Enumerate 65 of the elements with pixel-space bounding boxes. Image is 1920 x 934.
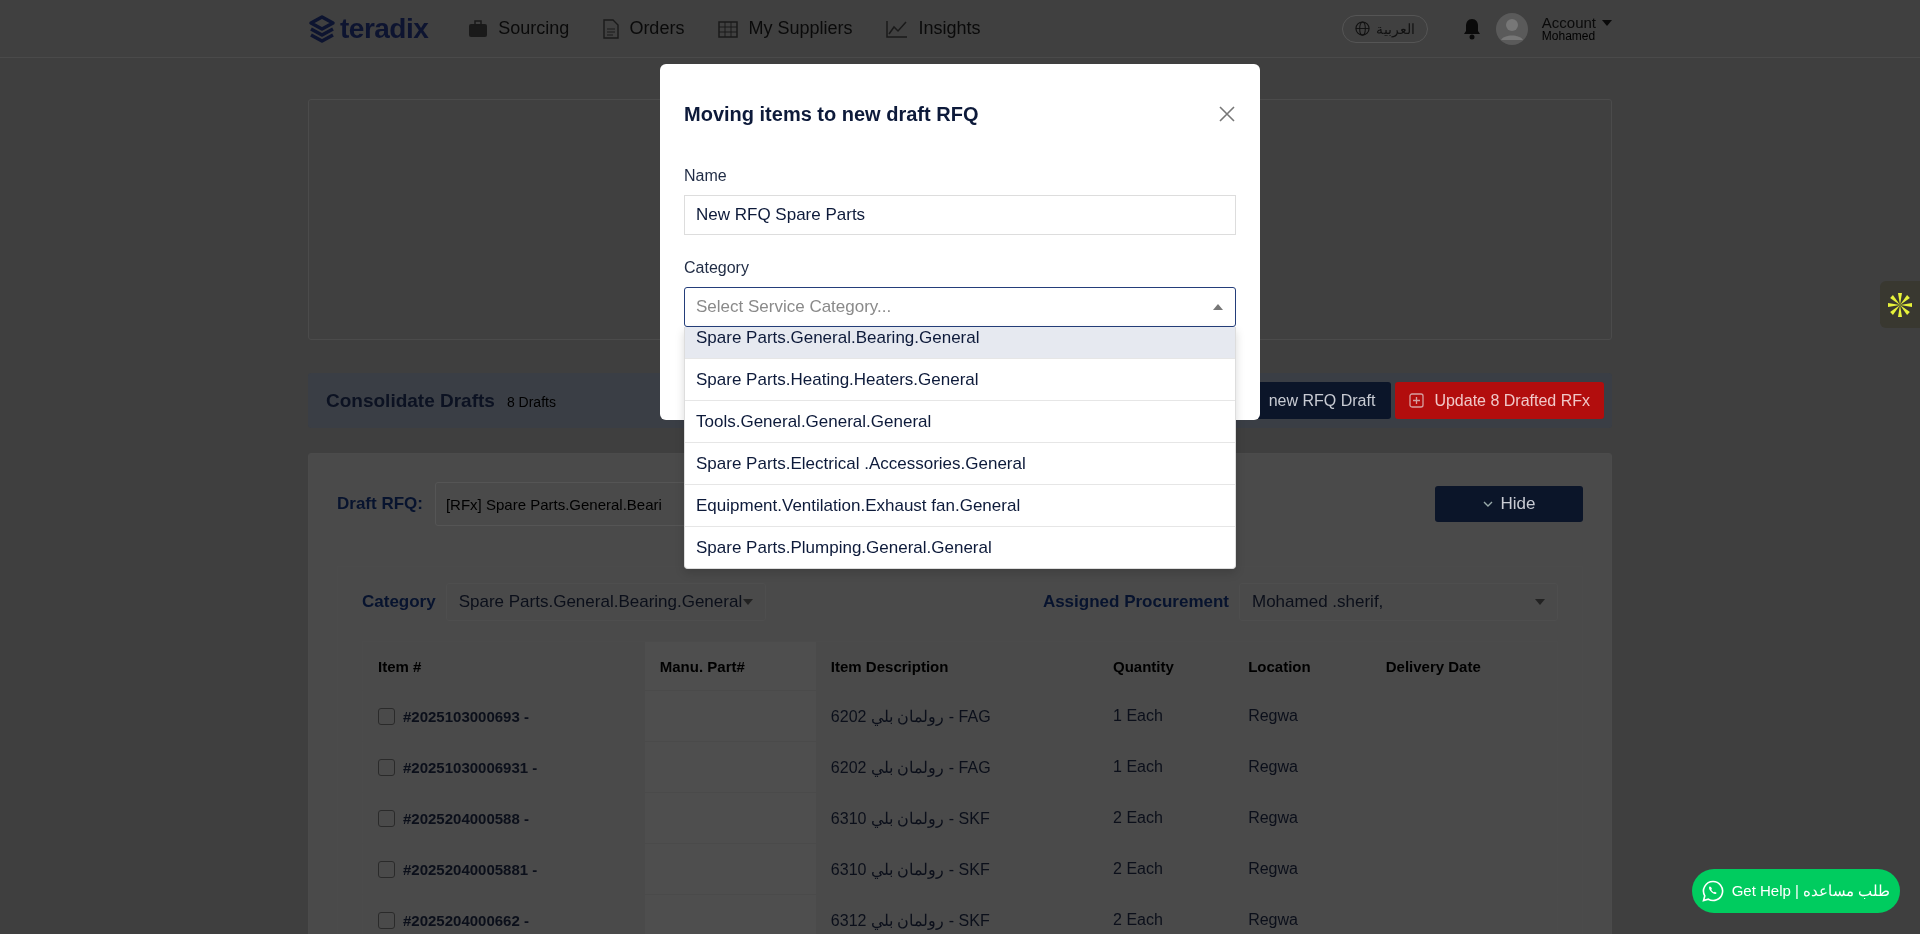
table-cell: Regwa	[1248, 758, 1298, 775]
table-cell: Regwa	[1248, 707, 1298, 724]
table-cell: رولمان بلي 6312 - SKF	[830, 911, 990, 929]
table-cell: 2 Each	[1113, 809, 1163, 826]
table-cell: Regwa	[1248, 809, 1298, 826]
logo-icon	[308, 14, 336, 43]
procurement-label: Assigned Procurement	[1042, 592, 1229, 612]
item-number: #2025103000693 -	[403, 707, 529, 725]
dropdown-option[interactable]: Spare Parts.Heating.Heaters.General	[685, 359, 1235, 401]
avatar-icon[interactable]	[1495, 12, 1528, 45]
item-number: #20252040005881 -	[403, 860, 538, 878]
column-header: Item Description	[815, 641, 1099, 691]
caret-icon	[1535, 599, 1545, 605]
hide-button[interactable]: Hide	[1435, 486, 1583, 522]
building-icon	[718, 19, 739, 38]
modal-title: Moving items to new draft RFQ	[684, 102, 979, 126]
side-widget[interactable]	[1880, 281, 1920, 328]
table-cell: 1 Each	[1113, 707, 1163, 724]
table-cell: Regwa	[1248, 911, 1298, 928]
name-field[interactable]: New RFQ Spare Parts	[684, 195, 1236, 235]
dropdown-option[interactable]: Equipment.Ventilation.Exhaust fan.General	[685, 485, 1235, 527]
row-checkbox[interactable]	[378, 911, 395, 929]
row-checkbox[interactable]	[378, 707, 395, 725]
table-cell: 2 Each	[1113, 860, 1163, 877]
table-cell: رولمان بلي 6310 - SKF	[830, 809, 990, 827]
field-label: Name	[684, 167, 728, 185]
dropdown-option[interactable]: Spare Parts.General.Bearing.General	[685, 327, 1235, 359]
table-cell: رولمان بلي 6202 - FAG	[830, 707, 991, 725]
dropdown-option[interactable]: Tools.General.General.General	[685, 401, 1235, 443]
document-icon	[603, 18, 620, 39]
update-button[interactable]: Update 8 Drafted RFx	[1395, 382, 1604, 419]
table-cell: 2 Each	[1113, 911, 1163, 928]
row-checkbox[interactable]	[378, 758, 395, 776]
field-label: Category	[684, 259, 750, 277]
row-checkbox[interactable]	[378, 860, 395, 878]
item-number: #20251030006931 -	[403, 758, 538, 776]
briefcase-icon	[468, 19, 489, 38]
table-cell: Regwa	[1248, 860, 1298, 877]
close-icon[interactable]	[1218, 105, 1236, 123]
category-label: Category	[362, 592, 436, 612]
column-header: Quantity	[1112, 656, 1175, 677]
caret-icon	[742, 599, 753, 605]
column-header: Item #	[362, 641, 645, 691]
draft-label: Draft RFQ:	[337, 494, 423, 514]
draft-count: 8 Drafts	[506, 393, 556, 410]
table-cell: رولمان بلي 6310 - SKF	[830, 860, 990, 878]
bell-icon[interactable]	[1461, 17, 1482, 40]
chart-icon	[886, 19, 909, 38]
table-cell: 1 Each	[1113, 758, 1163, 775]
column-header: Location	[1247, 656, 1312, 677]
dropdown-option[interactable]: Spare Parts.Electrical .Accessories.General	[685, 443, 1235, 485]
table-cell: رولمان بلي 6202 - FAG	[830, 758, 991, 776]
chevron-down-icon	[1482, 501, 1493, 507]
chat-phone-icon	[1701, 880, 1724, 902]
caret-icon[interactable]	[1602, 19, 1612, 26]
caret-up-icon	[1213, 304, 1223, 310]
item-number: #2025204000662 -	[403, 911, 529, 929]
plus-square-icon	[1409, 393, 1425, 408]
account-name: Mohamed	[1541, 30, 1597, 42]
row-checkbox[interactable]	[378, 809, 395, 827]
globe-icon	[1354, 21, 1370, 36]
dropdown-option[interactable]: Spare Parts.Plumping.General.General	[685, 527, 1235, 568]
item-number: #2025204000588 -	[403, 809, 529, 827]
column-header: Delivery Date	[1384, 656, 1482, 677]
column-header: Manu. Part#	[644, 641, 816, 691]
